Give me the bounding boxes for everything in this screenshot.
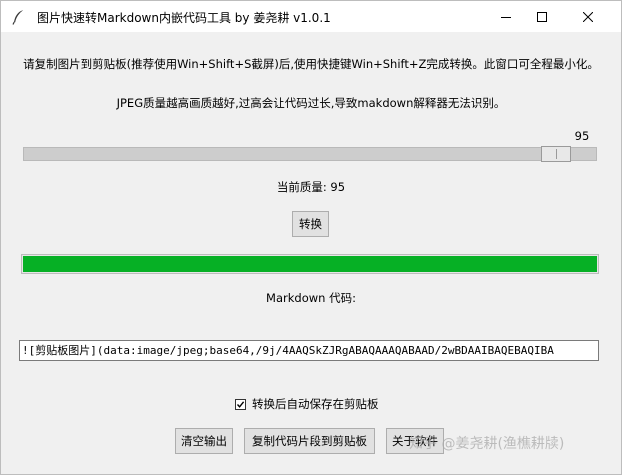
feather-icon: [11, 9, 25, 25]
progress-fill: [23, 256, 597, 272]
auto-save-checkbox[interactable]: 转换后自动保存在剪贴板: [235, 396, 379, 412]
app-window: 图片快速转Markdown内嵌代码工具 by 姜尧耕 v1.0.1 请复制图片到…: [0, 0, 622, 475]
slider-value-label: 95: [574, 129, 590, 143]
minimize-icon: [501, 16, 511, 18]
close-icon: [583, 11, 593, 22]
title-bar: 图片快速转Markdown内嵌代码工具 by 姜尧耕 v1.0.1: [1, 1, 621, 32]
convert-button[interactable]: 转换: [292, 211, 329, 237]
code-label: Markdown 代码:: [266, 291, 356, 305]
slider-handle[interactable]: [540, 146, 571, 162]
maximize-button[interactable]: [519, 1, 565, 32]
close-button[interactable]: [565, 1, 611, 32]
quality-hint-text: JPEG质量越高画质越好,过高会让代码过长,导致makdown解释器无法识别。: [116, 96, 506, 110]
watermark: 知乎 @姜尧耕(渔樵耕牍): [409, 436, 565, 452]
checkbox-box[interactable]: [235, 398, 246, 410]
current-quality-label: 当前质量: 95: [276, 180, 346, 194]
quality-slider[interactable]: [23, 147, 597, 161]
maximize-icon: [537, 11, 547, 22]
window-title: 图片快速转Markdown内嵌代码工具 by 姜尧耕 v1.0.1: [37, 11, 331, 25]
main-content: 请复制图片到剪贴板(推荐使用Win+Shift+S截屏)后,使用快捷键Win+S…: [1, 32, 621, 474]
copy-code-button[interactable]: 复制代码片段到剪贴板: [244, 428, 375, 454]
auto-save-label: 转换后自动保存在剪贴板: [252, 397, 379, 411]
instruction-text: 请复制图片到剪贴板(推荐使用Win+Shift+S截屏)后,使用快捷键Win+S…: [23, 57, 599, 71]
checkmark-icon: [236, 400, 245, 408]
progress-bar: [21, 254, 599, 274]
code-output-field[interactable]: ![剪贴板图片](data:image/jpeg;base64,/9j/4AAQ…: [19, 340, 599, 361]
clear-output-button[interactable]: 清空输出: [175, 428, 233, 454]
